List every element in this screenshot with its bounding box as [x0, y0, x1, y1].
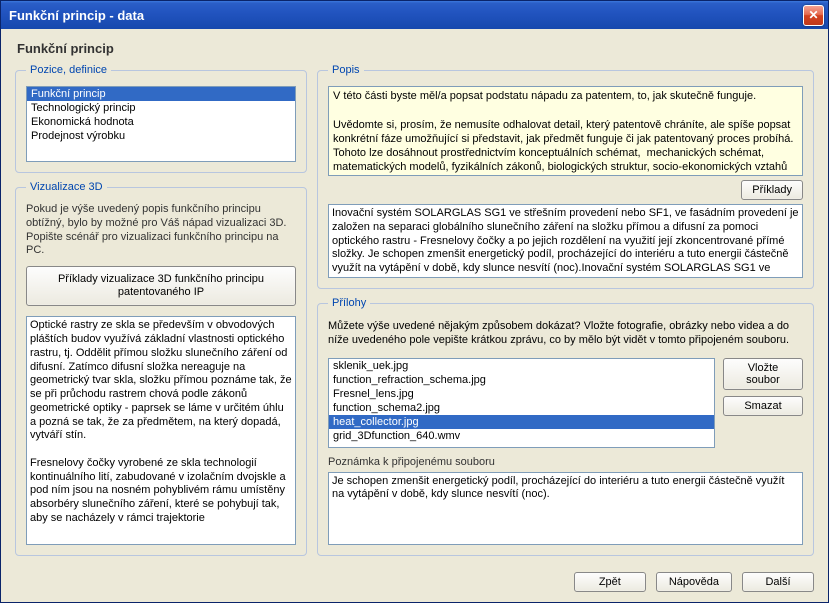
content-area: Funkční princip Pozice, definice Funkční… [1, 29, 828, 564]
description-textarea[interactable] [328, 204, 803, 278]
attachment-item[interactable]: Fresnel_lens.jpg [329, 387, 714, 401]
dialog-window: Funkční princip - data ✕ Funkční princip… [0, 0, 829, 603]
description-examples-button[interactable]: Příklady [741, 180, 803, 200]
attachments-listbox[interactable]: sklenik_uek.jpgfunction_refraction_schem… [328, 358, 715, 448]
left-column: Pozice, definice Funkční principTechnolo… [15, 64, 307, 556]
attachment-item[interactable]: grid_3Dfunction_640.wmv [329, 429, 714, 443]
position-item[interactable]: Prodejnost výrobku [27, 129, 295, 143]
position-legend: Pozice, definice [26, 64, 111, 76]
attachment-note-textarea[interactable] [328, 472, 803, 545]
description-hint[interactable]: V této části byste měl/a popsat podstatu… [328, 86, 803, 176]
attachment-item[interactable]: function_schema2.jpg [329, 401, 714, 415]
attachments-group: Přílohy Můžete výše uvedené nějakým způs… [317, 297, 814, 556]
viz3d-group: Vizualizace 3D Pokud je výše uvedený pop… [15, 181, 307, 556]
viz3d-hint: Pokud je výše uvedený popis funkčního pr… [26, 203, 296, 258]
footer: Zpět Nápověda Další [1, 564, 828, 602]
close-icon[interactable]: ✕ [803, 5, 824, 26]
description-group: Popis V této části byste měl/a popsat po… [317, 64, 814, 289]
insert-file-button[interactable]: Vložte soubor [723, 358, 803, 390]
columns: Pozice, definice Funkční principTechnolo… [15, 64, 814, 556]
attachment-item[interactable]: heat_collector.jpg [329, 415, 714, 429]
position-item[interactable]: Funkční princip [27, 87, 295, 101]
titlebar: Funkční princip - data ✕ [1, 1, 828, 29]
position-item[interactable]: Technologický princip [27, 101, 295, 115]
viz3d-legend: Vizualizace 3D [26, 181, 107, 193]
attachment-item[interactable]: function_refraction_schema.jpg [329, 373, 714, 387]
window-title: Funkční princip - data [9, 8, 803, 23]
position-item[interactable]: Ekonomická hodnota [27, 115, 295, 129]
attachments-row: sklenik_uek.jpgfunction_refraction_schem… [328, 358, 803, 448]
help-button[interactable]: Nápověda [656, 572, 732, 592]
viz3d-examples-button[interactable]: Příklady vizualizace 3D funkčního princi… [26, 266, 296, 306]
attachment-item[interactable]: sklenik_uek.jpg [329, 359, 714, 373]
attachments-hint: Můžete výše uvedené nějakým způsobem dok… [328, 319, 803, 348]
delete-file-button[interactable]: Smazat [723, 396, 803, 416]
attachment-note-label: Poznámka k připojenému souboru [328, 456, 803, 468]
back-button[interactable]: Zpět [574, 572, 646, 592]
position-listbox[interactable]: Funkční principTechnologický principEkon… [26, 86, 296, 162]
attachments-buttons: Vložte soubor Smazat [723, 358, 803, 416]
right-column: Popis V této části byste měl/a popsat po… [317, 64, 814, 556]
next-button[interactable]: Další [742, 572, 814, 592]
viz3d-textarea[interactable] [26, 316, 296, 545]
attachments-legend: Přílohy [328, 297, 370, 309]
position-group: Pozice, definice Funkční principTechnolo… [15, 64, 307, 173]
description-legend: Popis [328, 64, 364, 76]
page-title: Funkční princip [17, 41, 814, 56]
